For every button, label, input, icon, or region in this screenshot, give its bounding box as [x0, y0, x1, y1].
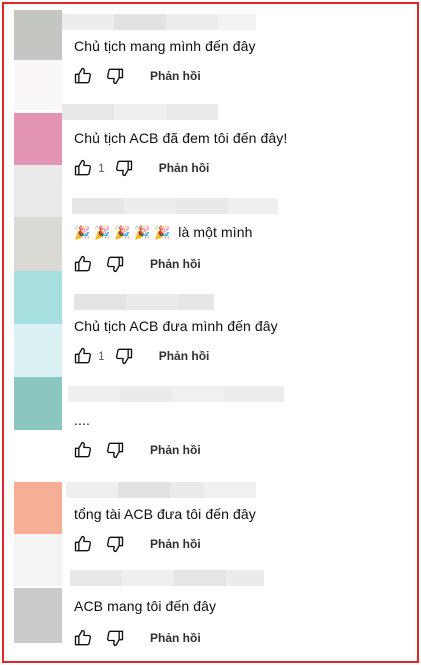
comment-actions: Phản hồi — [72, 65, 201, 87]
like-button[interactable] — [72, 533, 94, 555]
party-popper-icon: 🎉 🎉 🎉 🎉 🎉 — [74, 225, 171, 240]
thumbs-down-icon — [106, 68, 124, 85]
dislike-button[interactable] — [104, 439, 126, 461]
like-button[interactable] — [72, 627, 94, 649]
reply-button[interactable]: Phản hồi — [150, 257, 201, 271]
comment-item: Chủ tịch mang mình đến đây Phản hồi — [4, 10, 421, 104]
thumbs-up-icon — [74, 441, 92, 458]
comment-item: tổng tài ACB đưa tôi đến đây Phản hồi — [4, 480, 421, 574]
comment-text-body: là một mình — [178, 224, 253, 240]
comment-text: .... — [74, 412, 90, 428]
comment-text: Chủ tịch ACB đưa mình đến đây — [74, 318, 278, 334]
blurred-username — [62, 104, 218, 120]
comment-text: ACB mang tôi đến đây — [74, 598, 217, 614]
thumbs-up-icon — [74, 347, 92, 364]
comment-actions: Phản hồi — [72, 533, 201, 555]
blurred-username — [62, 14, 256, 30]
like-button[interactable] — [72, 253, 94, 275]
like-button[interactable] — [72, 345, 94, 367]
comment-item: Chủ tịch ACB đưa mình đến đây 1 Phản hồi — [4, 292, 421, 386]
comment-actions: 1 Phản hồi — [72, 345, 209, 367]
blurred-username — [74, 294, 214, 310]
dislike-button[interactable] — [104, 253, 126, 275]
like-count: 1 — [98, 349, 105, 363]
dislike-button[interactable] — [113, 157, 135, 179]
like-button[interactable] — [72, 65, 94, 87]
thumbs-down-icon — [106, 630, 124, 647]
thumbs-down-icon — [106, 256, 124, 273]
reply-button[interactable]: Phản hồi — [159, 349, 210, 363]
thumbs-up-icon — [74, 535, 92, 552]
comment-actions: Phản hồi — [72, 253, 201, 275]
thumbs-down-icon — [106, 536, 124, 553]
reply-button[interactable]: Phản hồi — [150, 631, 201, 645]
dislike-button[interactable] — [104, 65, 126, 87]
blurred-username — [66, 482, 256, 498]
comment-actions: 1 Phản hồi — [72, 157, 209, 179]
blurred-username — [68, 386, 284, 402]
thumbs-up-icon — [74, 159, 92, 176]
comment-text: Chủ tịch mang mình đến đây — [74, 38, 256, 54]
screenshot-frame: Chủ tịch mang mình đến đây Phản hồi Chủ … — [2, 2, 419, 663]
blurred-username — [72, 198, 278, 214]
thumbs-up-icon — [74, 255, 92, 272]
thumbs-up-icon — [74, 629, 92, 646]
comment-item: ACB mang tôi đến đây Phản hồi — [4, 570, 421, 664]
reply-button[interactable]: Phản hồi — [150, 443, 201, 457]
thumbs-up-icon — [74, 67, 92, 84]
comment-item: .... Phản hồi — [4, 386, 421, 480]
like-button[interactable] — [72, 439, 94, 461]
blurred-username — [70, 570, 264, 586]
thumbs-down-icon — [106, 442, 124, 459]
dislike-button[interactable] — [104, 533, 126, 555]
reply-button[interactable]: Phản hồi — [150, 537, 201, 551]
comment-text: 🎉 🎉 🎉 🎉 🎉 là một mình — [74, 224, 253, 241]
like-count: 1 — [98, 161, 105, 175]
comment-item: Chủ tịch ACB đã đem tôi đến đây! 1 Phản … — [4, 104, 421, 198]
comment-actions: Phản hồi — [72, 627, 201, 649]
reply-button[interactable]: Phản hồi — [150, 69, 201, 83]
thumbs-down-icon — [115, 160, 132, 177]
dislike-button[interactable] — [113, 345, 135, 367]
comment-item: 🎉 🎉 🎉 🎉 🎉 là một mình Phản hồi — [4, 198, 421, 292]
comment-actions: Phản hồi — [72, 439, 201, 461]
like-button[interactable] — [72, 157, 94, 179]
thumbs-down-icon — [115, 348, 132, 365]
comment-text: tổng tài ACB đưa tôi đến đây — [74, 506, 256, 522]
reply-button[interactable]: Phản hồi — [159, 161, 210, 175]
comment-text: Chủ tịch ACB đã đem tôi đến đây! — [74, 130, 288, 146]
dislike-button[interactable] — [104, 627, 126, 649]
